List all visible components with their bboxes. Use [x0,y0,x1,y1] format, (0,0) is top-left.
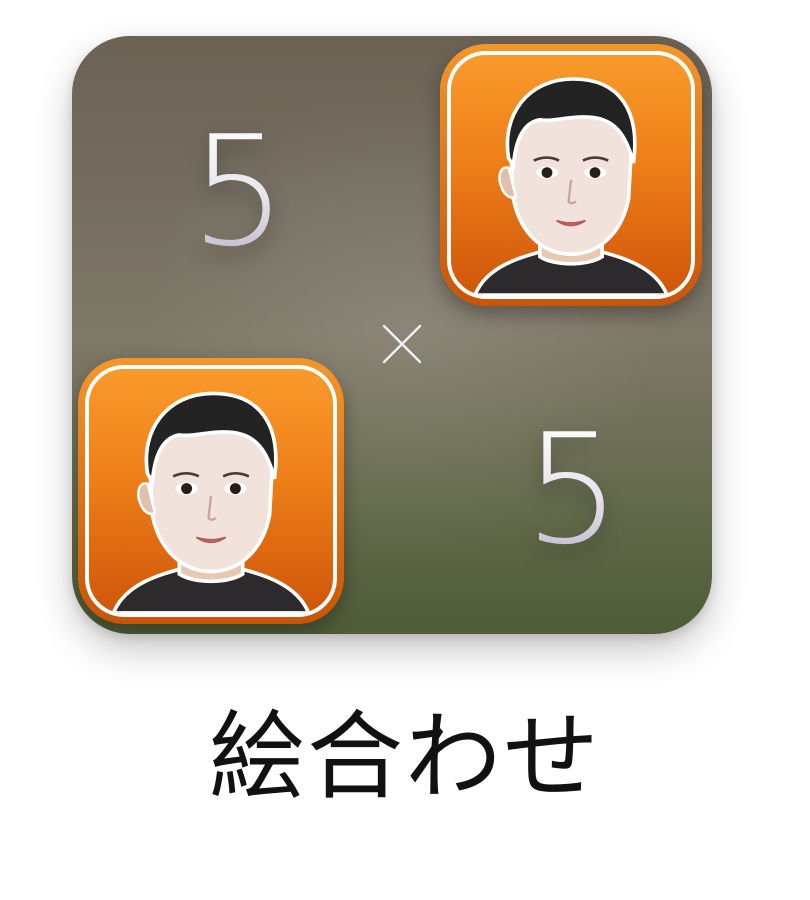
multiplicand-number: 5 [190,103,287,280]
face-badge-top-right [440,44,702,306]
face-icon [473,77,669,295]
face-badge-frame [447,51,695,299]
face-icon [111,391,311,613]
app-icon-tile[interactable]: 5 5 [72,36,712,634]
face-badge-frame [85,365,337,617]
home-screen-app: 5 5 絵合わせ [0,0,810,900]
multiply-icon [382,324,422,364]
app-label: 絵合わせ [209,701,601,813]
multiplier-number: 5 [524,401,621,578]
face-badge-bottom-left [78,358,344,624]
